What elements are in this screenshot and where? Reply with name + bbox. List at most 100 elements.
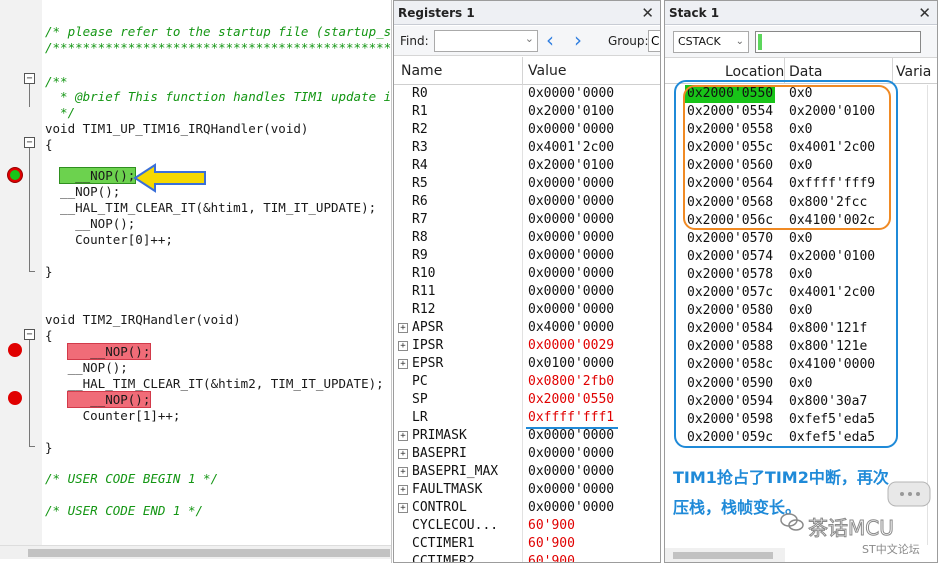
register-row[interactable]: + FAULTMASK 0x0000'0000 <box>394 481 660 499</box>
expand-icon[interactable]: + <box>398 485 408 495</box>
group-select[interactable]: C <box>648 30 660 52</box>
register-row[interactable]: R0 0x0000'0000 <box>394 85 660 103</box>
register-value[interactable]: 0x0000'0000 <box>528 247 614 265</box>
register-row[interactable]: R4 0x2000'0100 <box>394 157 660 175</box>
fold-toggle-icon[interactable]: − <box>24 73 35 84</box>
code-line[interactable]: /***************************************… <box>45 40 391 56</box>
code-line[interactable]: __HAL_TIM_CLEAR_IT(&htim1, TIM_IT_UPDATE… <box>45 200 376 216</box>
register-row[interactable]: PC 0x0800'2fb0 <box>394 373 660 391</box>
register-row[interactable]: R11 0x0000'0000 <box>394 283 660 301</box>
register-value[interactable]: 0x0000'0000 <box>528 301 614 319</box>
register-value[interactable]: 60'900 <box>528 517 575 535</box>
fold-toggle-icon[interactable]: − <box>24 329 35 340</box>
expand-icon[interactable]: + <box>398 359 408 369</box>
code-editor[interactable]: /* please refer to the startup file (sta… <box>0 0 392 563</box>
register-value[interactable]: 0x2000'0100 <box>528 157 614 175</box>
register-row[interactable]: CCTIMER1 60'900 <box>394 535 660 553</box>
code-line[interactable]: /* please refer to the startup file (sta… <box>45 24 391 40</box>
code-line[interactable]: __NOP(); <box>45 184 120 200</box>
previous-arrow-icon[interactable]: ‹ <box>546 29 554 51</box>
code-line[interactable]: void TIM2_IRQHandler(void) <box>45 312 241 328</box>
code-line[interactable]: Counter[1]++; <box>45 408 181 424</box>
expand-icon[interactable]: + <box>398 431 408 441</box>
register-row[interactable]: R12 0x0000'0000 <box>394 301 660 319</box>
expand-icon[interactable]: + <box>398 341 408 351</box>
code-line[interactable]: } <box>45 264 53 280</box>
code-line[interactable]: { <box>45 137 53 153</box>
chevron-down-icon[interactable]: ⌄ <box>736 32 744 52</box>
current-breakpoint-icon[interactable] <box>7 167 23 183</box>
register-value[interactable]: 0xffff'fff1 <box>528 409 614 427</box>
code-line[interactable]: /* USER CODE BEGIN 1 */ <box>45 471 218 487</box>
column-value-header[interactable]: Value <box>528 63 566 79</box>
code-line[interactable]: { <box>45 328 53 344</box>
register-row[interactable]: + IPSR 0x0000'0029 <box>394 337 660 355</box>
code-line[interactable]: __HAL_TIM_CLEAR_IT(&htim2, TIM_IT_UPDATE… <box>45 376 384 392</box>
column-location-header[interactable]: Location <box>725 64 784 80</box>
expand-icon[interactable]: + <box>398 449 408 459</box>
code-line[interactable]: Counter[0]++; <box>45 232 173 248</box>
register-row[interactable]: + BASEPRI_MAX 0x0000'0000 <box>394 463 660 481</box>
register-value[interactable]: 0x0000'0000 <box>528 427 614 445</box>
stack-horizontal-scrollbar[interactable] <box>665 548 785 562</box>
register-row[interactable]: SP 0x2000'0550 <box>394 391 660 409</box>
register-row[interactable]: R5 0x0000'0000 <box>394 175 660 193</box>
register-value[interactable]: 60'900 <box>528 553 575 562</box>
register-row[interactable]: R7 0x0000'0000 <box>394 211 660 229</box>
register-value[interactable]: 0x0000'0000 <box>528 283 614 301</box>
editor-horizontal-scrollbar[interactable] <box>0 545 391 559</box>
register-row[interactable]: + EPSR 0x0100'0000 <box>394 355 660 373</box>
register-row[interactable]: LR 0xffff'fff1 <box>394 409 660 427</box>
register-row[interactable]: R2 0x0000'0000 <box>394 121 660 139</box>
code-line[interactable]: __NOP(); <box>45 167 137 184</box>
code-line[interactable]: */ <box>45 105 75 121</box>
register-value[interactable]: 0x0000'0000 <box>528 265 614 283</box>
register-value[interactable]: 0x0000'0000 <box>528 175 614 193</box>
column-divider[interactable] <box>522 57 523 85</box>
register-row[interactable]: CCTIMER2 60'900 <box>394 553 660 562</box>
register-row[interactable]: R8 0x0000'0000 <box>394 229 660 247</box>
register-row[interactable]: + APSR 0x4000'0000 <box>394 319 660 337</box>
register-row[interactable]: R1 0x2000'0100 <box>394 103 660 121</box>
register-value[interactable]: 0x4000'0000 <box>528 319 614 337</box>
editor-gutter[interactable] <box>0 0 42 545</box>
register-value[interactable]: 0x2000'0550 <box>528 391 614 409</box>
next-arrow-icon[interactable]: › <box>574 29 582 51</box>
breakpoint-icon[interactable] <box>8 391 22 405</box>
code-line[interactable]: __NOP(); <box>45 216 135 232</box>
register-value[interactable]: 0x0000'0000 <box>528 481 614 499</box>
register-row[interactable]: + CONTROL 0x0000'0000 <box>394 499 660 517</box>
register-row[interactable]: + BASEPRI 0x0000'0000 <box>394 445 660 463</box>
register-row[interactable]: CYCLECOU... 60'900 <box>394 517 660 535</box>
scrollbar-thumb[interactable] <box>673 552 773 559</box>
close-icon[interactable]: ✕ <box>918 1 931 25</box>
register-value[interactable]: 0x0800'2fb0 <box>528 373 614 391</box>
column-variable-header[interactable]: Varia <box>896 64 931 80</box>
column-divider[interactable] <box>892 58 893 84</box>
code-line[interactable]: /** <box>45 74 68 90</box>
register-value[interactable]: 0x0000'0000 <box>528 463 614 481</box>
expand-icon[interactable]: + <box>398 503 408 513</box>
register-row[interactable]: R3 0x4001'2c00 <box>394 139 660 157</box>
code-line[interactable]: __NOP(); <box>45 360 128 376</box>
register-value[interactable]: 0x0000'0000 <box>528 193 614 211</box>
stack-vertical-scrollbar[interactable] <box>927 85 937 545</box>
register-value[interactable]: 0x0000'0029 <box>528 337 614 355</box>
column-name-header[interactable]: Name <box>401 63 442 79</box>
register-row[interactable]: R10 0x0000'0000 <box>394 265 660 283</box>
register-value[interactable]: 0x0000'0000 <box>528 121 614 139</box>
code-line[interactable]: __NOP(); <box>45 391 152 408</box>
code-line[interactable]: * @brief This function handles TIM1 upda… <box>45 89 391 105</box>
column-data-header[interactable]: Data <box>789 64 822 80</box>
scrollbar-thumb[interactable] <box>28 549 390 557</box>
fold-toggle-icon[interactable]: − <box>24 137 35 148</box>
register-value[interactable]: 0x0000'0000 <box>528 445 614 463</box>
code-line[interactable]: /* USER CODE END 1 */ <box>45 503 203 519</box>
chevron-down-icon[interactable]: ⌄ <box>525 32 534 45</box>
expand-icon[interactable]: + <box>398 467 408 477</box>
register-value[interactable]: 0x0000'0000 <box>528 499 614 517</box>
code-line[interactable]: void TIM1_UP_TIM16_IRQHandler(void) <box>45 121 308 137</box>
register-value[interactable]: 0x2000'0100 <box>528 103 614 121</box>
register-value[interactable]: 0x4001'2c00 <box>528 139 614 157</box>
register-value[interactable]: 0x0000'0000 <box>528 85 614 103</box>
